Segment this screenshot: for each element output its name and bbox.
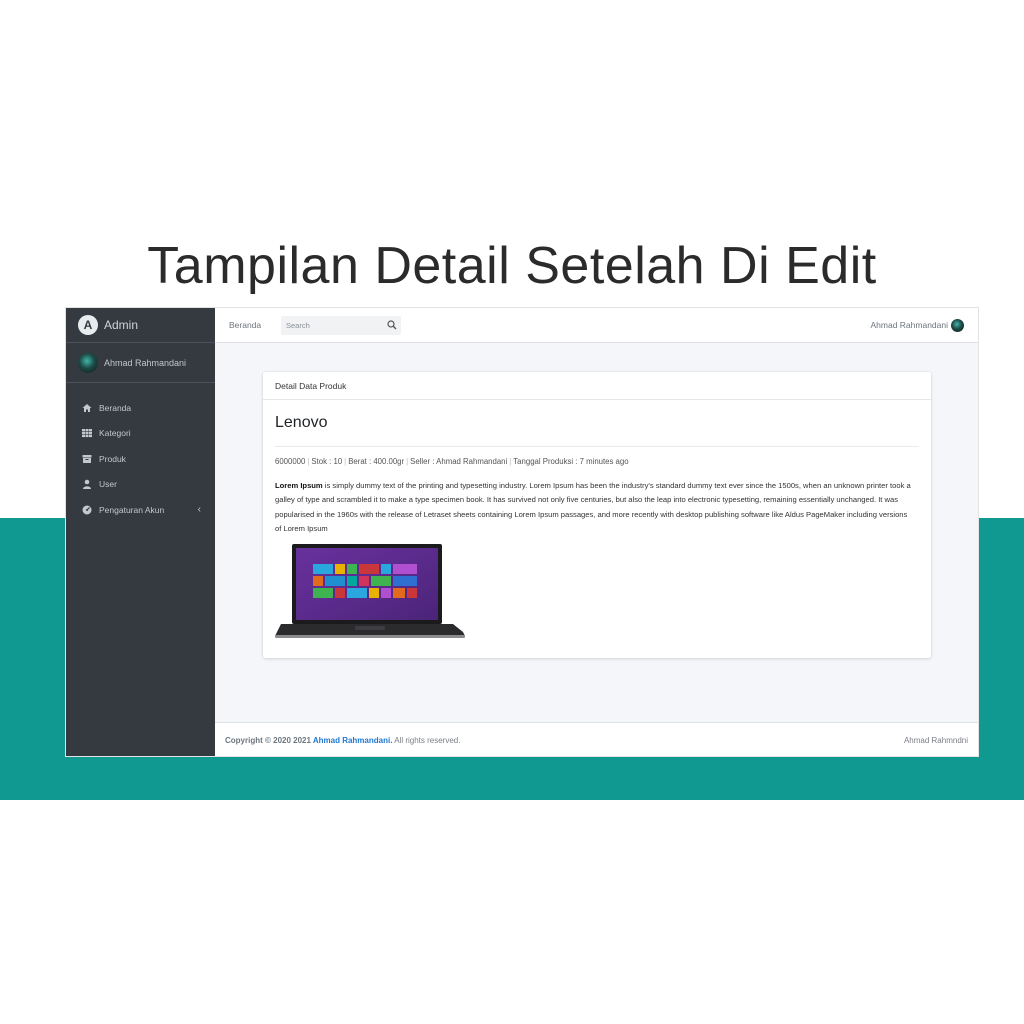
footer-right-text: Ahmad Rahmndni (903, 736, 968, 745)
search-input[interactable]: Search (281, 316, 401, 335)
admin-screenshot: A Admin Ahmad Rahmandani Beranda Kategor… (66, 308, 978, 756)
footer-copyright: Copyright © 2020 2021 Ahmad Rahmandani. … (225, 736, 460, 745)
sidebar-user-name: Ahmad Rahmandani (104, 357, 187, 368)
copyright-name-link[interactable]: Ahmad Rahmandani. (313, 736, 393, 745)
avatar (78, 352, 98, 373)
slide-title: Tampilan Detail Setelah Di Edit (147, 237, 877, 295)
sidebar-item-label: Pengaturan Akun (99, 504, 165, 515)
search-placeholder: Search (286, 321, 310, 330)
avatar[interactable] (951, 319, 964, 332)
sidebar-user-panel[interactable]: Ahmad Rahmandani (66, 343, 215, 383)
sidebar-item-pengaturan-akun[interactable]: Pengaturan Akun ‹ (66, 497, 215, 523)
product-seller: Seller : Ahmad Rahmandani (410, 457, 508, 466)
description-lead: Lorem Ipsum (275, 481, 323, 490)
user-icon (83, 479, 91, 490)
product-description: Lorem Ipsum is simply dummy text of the … (275, 479, 915, 536)
product-weight: Berat : 400.00gr (348, 457, 405, 466)
product-stock: Stok : 10 (311, 457, 343, 466)
search-icon[interactable] (387, 320, 397, 330)
product-price: 6000000 (275, 457, 306, 466)
gauge-icon (82, 505, 92, 515)
sidebar-item-label: User (99, 479, 117, 490)
topbar-home-link[interactable]: Beranda (229, 320, 261, 330)
card-title: Detail Data Produk (263, 372, 931, 400)
description-text: is simply dummy text of the printing and… (275, 481, 911, 533)
sidebar-item-produk[interactable]: Produk (66, 446, 215, 472)
brand-text: Admin (104, 318, 139, 332)
product-meta: 6000000 | Stok : 10 | Berat : 400.00gr | Selle… (275, 457, 629, 466)
sidebar-nav: Beranda Kategori Produk User Pengaturan … (66, 395, 215, 523)
sidebar-item-user[interactable]: User (66, 472, 215, 498)
sidebar-item-beranda[interactable]: Beranda (66, 395, 215, 421)
product-image (275, 544, 465, 638)
sidebar-item-label: Kategori (99, 428, 131, 439)
copyright-suffix: All rights reserved. (392, 736, 461, 745)
brand-link[interactable]: A Admin (66, 308, 215, 343)
grid-icon (82, 429, 92, 438)
footer: Copyright © 2020 2021 Ahmad Rahmandani. … (215, 722, 978, 756)
topbar: Beranda Search Ahmad Rahmandani (215, 308, 978, 343)
archive-icon (82, 454, 92, 463)
chevron-left-icon[interactable]: ‹ (198, 504, 201, 515)
home-icon (82, 403, 92, 412)
product-name: Lenovo (275, 414, 328, 431)
sidebar: A Admin Ahmad Rahmandani Beranda Kategor… (66, 308, 215, 756)
product-production-date: Tanggal Produksi : 7 minutes ago (513, 457, 629, 466)
sidebar-item-label: Produk (99, 453, 126, 464)
copyright-prefix: Copyright © 2020 2021 (225, 736, 313, 745)
divider (275, 446, 919, 447)
sidebar-item-label: Beranda (99, 402, 132, 413)
brand-logo: A (78, 315, 98, 335)
sidebar-item-kategori[interactable]: Kategori (66, 421, 215, 447)
product-detail-card: Detail Data Produk Lenovo 6000000 | Stok :… (263, 372, 931, 658)
topbar-user-name[interactable]: Ahmad Rahmandani (871, 320, 949, 330)
